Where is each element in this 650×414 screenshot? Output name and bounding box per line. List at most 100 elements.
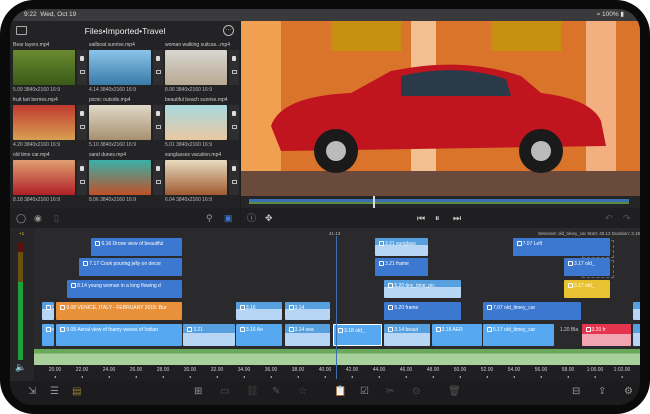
record-icon[interactable]: ◉ [34,213,42,223]
timeline-clip[interactable]: 7.07 Left [512,238,610,256]
media-item[interactable]: sand dunes.mp4 8.06 3840x2160 16:9 [89,152,164,207]
add-to-timeline-icon[interactable] [231,125,237,129]
timeline-clip[interactable]: 3.16 [235,302,282,320]
timeline-clip[interactable]: 3.21 sunglass [374,238,428,256]
ruler-tick: 54.00 [507,367,521,378]
scissors-icon[interactable]: ✂ [386,387,394,397]
clip-settings-icon [435,327,441,332]
media-item[interactable]: sailboat sunrise.mp4 4.14 3840x2160 16:9 [89,42,164,97]
import-icon[interactable]: ⇲ [28,387,36,397]
add-to-timeline-icon[interactable] [155,70,161,74]
timeline-clip[interactable]: 6.16 Drone view of beautiful [91,238,182,256]
clip-icon[interactable] [156,166,160,171]
add-to-timeline-icon[interactable] [79,125,85,129]
timeline-clip[interactable]: 8.14 young woman in a long flowing d [67,280,182,298]
media-item[interactable]: fruit tart berries.mp4 4.20 3840x2160 16… [13,97,88,152]
timeline-clip[interactable]: 5.20 tiny_time_pic [384,280,462,298]
timeline-clip[interactable]: 3.17 old_ [563,280,610,298]
clip-icon[interactable] [156,56,160,61]
select-check-icon[interactable]: ◯ [16,213,26,223]
media-item[interactable]: picnic outside.mp4 5.10 3840x2160 16:9 [89,97,164,152]
timeline-clip[interactable]: rs m [41,324,54,346]
clip-label: 7.07 old_timey_car [492,305,536,311]
overview-playhead[interactable] [373,196,375,208]
timeline-clip[interactable]: 3.14 [284,302,331,320]
info-icon[interactable]: ⓘ [247,213,256,223]
add-to-timeline-icon[interactable] [79,70,85,74]
track-badge: +1 [19,231,25,236]
media-item[interactable]: beautiful beach sunrise.mp4 5.01 3840x21… [165,97,240,152]
layers-icon[interactable]: ▣ [224,213,233,223]
more-options-icon[interactable]: ··· [223,25,234,36]
clip-icon[interactable] [80,56,84,61]
timeline-clip[interactable]: 3.20 fr [581,324,632,346]
timeline-clip[interactable]: 3.18 old_ [333,324,382,346]
timeline-clip[interactable]: 3.16 Ae [235,324,282,346]
add-to-timeline-icon[interactable] [155,180,161,184]
trash-icon[interactable]: ▯ [54,213,59,223]
timeline-clip[interactable]: 3.14 beaut [384,324,431,346]
delete-icon[interactable]: 🗑 [448,387,461,397]
undo-icon[interactable]: ↶ [605,213,613,223]
volume-icon[interactable]: 🔈 [15,362,26,372]
audio-waveform[interactable] [34,349,640,366]
clip-icon[interactable] [80,166,84,171]
share-icon[interactable]: ⇪ [598,387,606,397]
clip-icon[interactable] [80,111,84,116]
add-to-timeline-icon[interactable] [155,125,161,129]
timeline-clip[interactable]: 5.20 frame [384,302,462,320]
playhead[interactable] [336,236,337,379]
insert-icon[interactable]: ⊞ [194,387,202,397]
media-item[interactable]: sunglasses vacation.mp4 6.04 3840x2160 1… [165,152,240,207]
clip-icon[interactable] [232,56,236,61]
timeline-clip[interactable]: 3.21 frame [374,258,428,276]
paste-icon[interactable]: 📋 [334,387,346,397]
clip-icon[interactable] [156,111,160,116]
media-item[interactable]: Bear layers.mp4 5.09 3840x2160 16:9 [13,42,88,97]
settings-icon[interactable]: ⚙ [624,387,633,397]
pause-icon[interactable]: ⏸ [435,213,440,223]
clip-label: 9.08 Aerial view of foamy waves of India… [66,327,159,333]
timeline-clip[interactable]: 9.08 VENICE, ITALY - FEBRUARY 2015: Bur [56,302,182,320]
media-item[interactable]: old time car.mp4 8.18 3840x2160 16:9 [13,152,88,207]
pencil-icon[interactable]: ✎ [272,387,280,397]
add-to-timeline-icon[interactable] [231,180,237,184]
folder-icon[interactable] [16,26,27,35]
redo-icon[interactable]: ↷ [623,213,631,223]
checkbox-icon[interactable]: ☑ [360,387,369,397]
timeline-tracks[interactable]: 41.13 Selected: old_timey_car Start: 40.… [34,228,640,381]
overwrite-icon[interactable]: ▭ [220,387,229,397]
timeline-clip[interactable]: 3.21 [183,324,235,346]
timeline-clip[interactable]: 3.17 old_ [563,258,610,276]
video-preview[interactable] [241,21,640,196]
skip-back-icon[interactable]: ⏮ [417,213,425,223]
timeline-clip[interactable]: 3.18 AER [431,324,482,346]
media-item[interactable]: woman walking suitcas...mp4 8.06 3840x21… [165,42,240,97]
timeline-clip[interactable]: 7.17 Cook pouring jelly on decor [79,258,182,276]
status-bar: 9:22 Wed, Oct 19 ≈ 100% ▮ [10,9,640,21]
layout-icon[interactable]: ⊟ [572,387,580,397]
add-to-timeline-icon[interactable] [231,70,237,74]
timeline-clip[interactable]: OVIE [41,302,54,320]
search-icon[interactable]: ⚲ [206,213,213,223]
timeline-clip[interactable]: 7.07 old_timey_car [482,302,582,320]
timeline-clip[interactable]: 1.20 Bla [555,324,581,346]
timeline-clip[interactable]: 3.14 sea [284,324,331,346]
target-icon[interactable]: ⊙ [412,387,420,397]
add-to-timeline-icon[interactable] [79,180,85,184]
skip-forward-icon[interactable]: ⏭ [453,213,461,223]
clip-icon[interactable] [232,166,236,171]
timeline-clip[interactable] [632,324,640,346]
clip-icon[interactable] [232,111,236,116]
tracks-layout-icon[interactable]: ▤ [72,387,81,397]
timeline-clip[interactable]: 9.08 Aerial view of foamy waves of India… [56,324,182,346]
list-icon[interactable]: ☰ [50,387,59,397]
timeline-clip[interactable]: 5.17 old_timey_car [482,324,555,346]
favorite-icon[interactable]: ☆ [298,387,307,397]
overview-timeline[interactable] [241,196,640,208]
time-ruler[interactable]: 20.00 22.00 24.00 26.00 28.00 30.00 32.00 34.00… [34,365,640,381]
media-actions [77,105,87,140]
link-icon[interactable]: ⛓ [246,387,259,397]
timeline-clip[interactable] [632,302,640,320]
crop-move-icon[interactable]: ✥ [265,213,273,223]
